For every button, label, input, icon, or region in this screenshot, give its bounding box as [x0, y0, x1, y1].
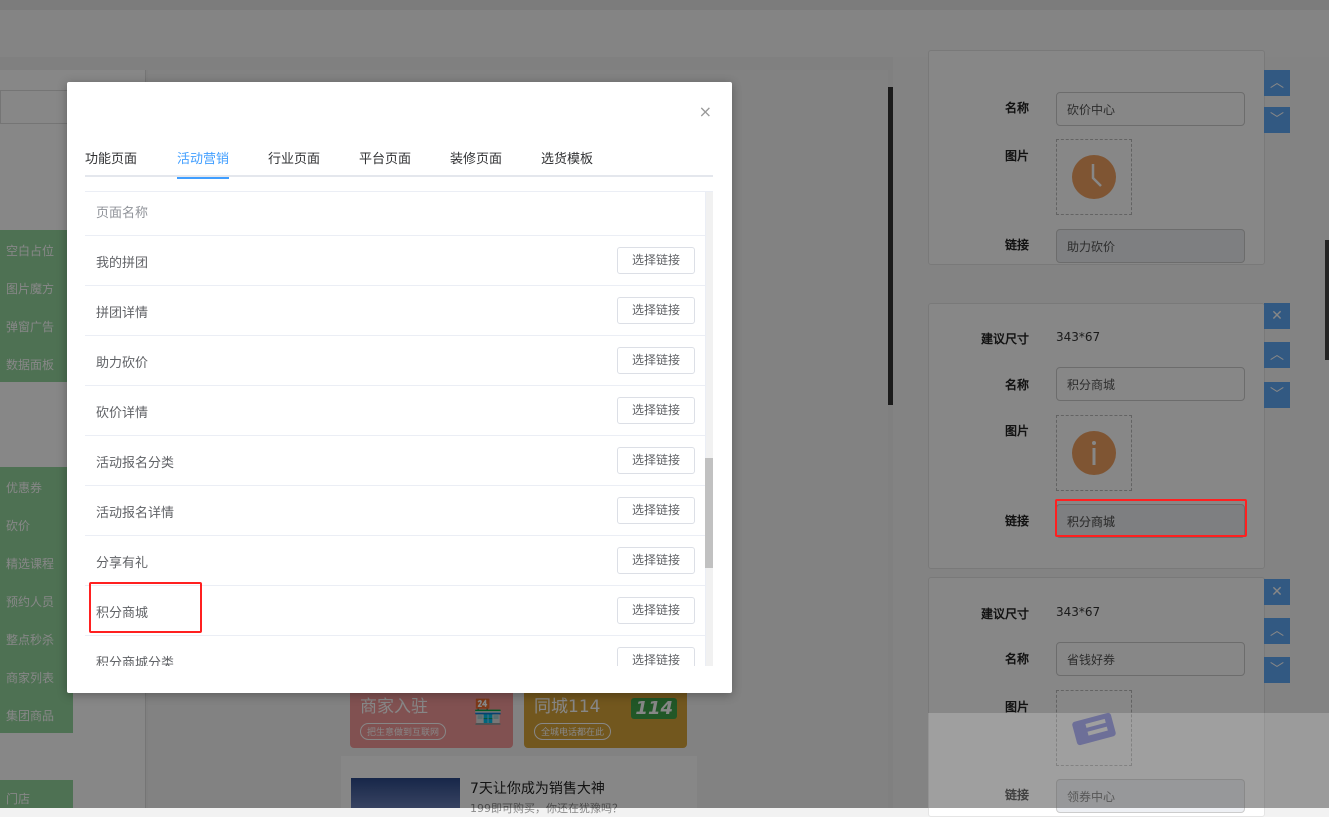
table-scrollbar[interactable] — [705, 192, 713, 666]
overlay-highlight — [928, 713, 1329, 808]
tab-decoration-pages[interactable]: 装修页面 — [450, 148, 502, 167]
page-name: 分享有礼 — [96, 556, 149, 571]
table-row: 砍价详情 选择链接 — [85, 386, 705, 436]
tab-function-pages[interactable]: 功能页面 — [85, 148, 137, 167]
highlighted-link-value: 积分商城 — [1067, 515, 1116, 529]
page-name: 我的拼团 — [96, 256, 149, 271]
link-select-dialog: × 功能页面 活动营销 行业页面 平台页面 装修页面 选货模板 页面名称 我的拼… — [67, 82, 732, 693]
table-row: 我的拼团 选择链接 — [85, 236, 705, 286]
tab-industry-pages[interactable]: 行业页面 — [268, 148, 320, 167]
select-link-button[interactable]: 选择链接 — [617, 647, 695, 666]
tab-goods-templates[interactable]: 选货模板 — [541, 148, 593, 167]
table-row: 活动报名详情 选择链接 — [85, 486, 705, 536]
page-name: 活动报名详情 — [96, 506, 175, 521]
close-icon[interactable]: × — [699, 102, 712, 121]
table-row: 分享有礼 选择链接 — [85, 536, 705, 586]
select-link-button[interactable]: 选择链接 — [617, 547, 695, 574]
page-name: 活动报名分类 — [96, 456, 175, 471]
highlight-link-field: 积分商城 — [1055, 499, 1247, 537]
table-row: 活动报名分类 选择链接 — [85, 436, 705, 486]
select-link-button[interactable]: 选择链接 — [617, 447, 695, 474]
table-row: 助力砍价 选择链接 — [85, 336, 705, 386]
page-name: 积分商城分类 — [96, 656, 175, 666]
select-link-button[interactable]: 选择链接 — [617, 397, 695, 424]
page-name: 拼团详情 — [96, 306, 149, 321]
column-header-page-name: 页面名称 — [85, 192, 705, 236]
highlight-row — [89, 582, 202, 633]
tab-marketing[interactable]: 活动营销 — [177, 148, 230, 179]
select-link-button[interactable]: 选择链接 — [617, 497, 695, 524]
select-link-button[interactable]: 选择链接 — [617, 297, 695, 324]
tab-platform-pages[interactable]: 平台页面 — [359, 148, 411, 167]
select-link-button[interactable]: 选择链接 — [617, 597, 695, 624]
table-scrollbar-thumb[interactable] — [705, 458, 713, 568]
table-row: 积分商城分类 选择链接 — [85, 636, 705, 666]
page-name: 砍价详情 — [96, 406, 149, 421]
select-link-button[interactable]: 选择链接 — [617, 247, 695, 274]
page-name: 助力砍价 — [96, 356, 149, 371]
table-row: 拼团详情 选择链接 — [85, 286, 705, 336]
select-link-button[interactable]: 选择链接 — [617, 347, 695, 374]
dialog-tabs: 功能页面 活动营销 行业页面 平台页面 装修页面 选货模板 — [85, 148, 713, 179]
